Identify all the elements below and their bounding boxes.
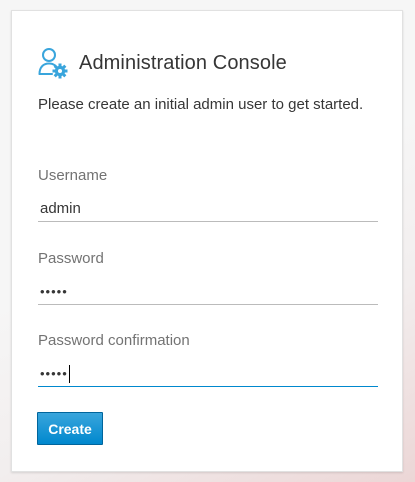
username-label: Username	[38, 167, 108, 184]
password-input[interactable]: •••••	[38, 275, 378, 305]
password-masked-value: •••••	[40, 284, 68, 299]
password-confirmation-input[interactable]: •••••	[38, 357, 378, 387]
page-title: Administration Console	[79, 51, 287, 74]
create-button[interactable]: Create	[37, 412, 103, 445]
password-field-group: Password •••••	[38, 249, 378, 305]
console-header: Administration Console	[38, 47, 287, 79]
intro-text: Please create an initial admin user to g…	[38, 96, 364, 113]
password-confirmation-masked-value: •••••	[40, 366, 68, 381]
users-cog-icon	[38, 48, 68, 79]
username-field-group: Username admin	[38, 166, 378, 222]
username-value: admin	[40, 200, 81, 217]
password-label: Password	[38, 250, 104, 267]
password-confirmation-label: Password confirmation	[38, 332, 190, 349]
password-confirmation-field-group: Password confirmation •••••	[38, 331, 378, 387]
username-input[interactable]: admin	[38, 192, 378, 222]
admin-console-card: Administration Console Please create an …	[11, 10, 403, 472]
text-caret	[68, 364, 70, 383]
